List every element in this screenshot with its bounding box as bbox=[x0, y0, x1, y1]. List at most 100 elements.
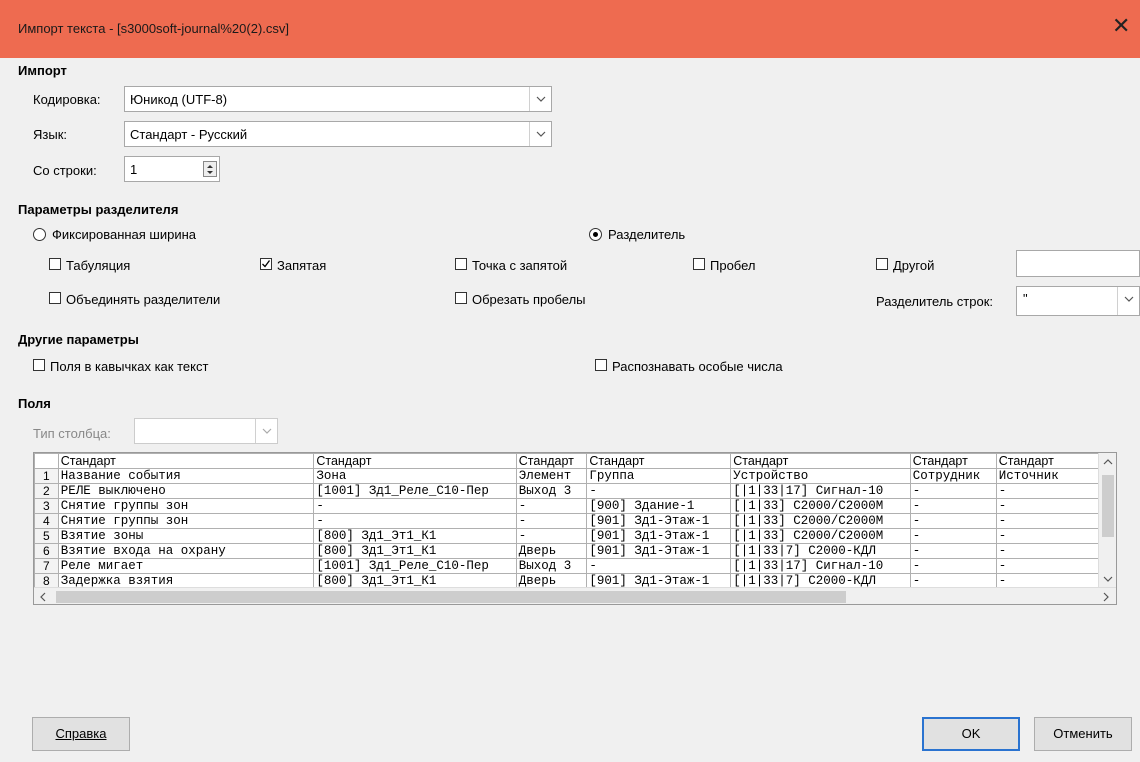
tab-label: Табуляция bbox=[66, 258, 131, 273]
from-row-spinner[interactable]: 1 bbox=[124, 156, 220, 182]
column-type-header[interactable]: Стандарт bbox=[57, 453, 315, 469]
table-cell: [901] Зд1-Этаж-1 bbox=[586, 513, 732, 529]
column-type-header[interactable]: Стандарт bbox=[586, 453, 732, 469]
table-cell: Выход 3 bbox=[515, 483, 588, 499]
column-type-header[interactable]: Стандарт bbox=[515, 453, 588, 469]
table-cell: - bbox=[909, 543, 997, 559]
table-cell: - bbox=[586, 483, 732, 499]
preview-table: Стандарт Стандарт Стандарт Стандарт Стандарт… bbox=[34, 453, 1116, 604]
encoding-value: Юникод (UTF-8) bbox=[130, 92, 228, 107]
tab-checkbox[interactable] bbox=[49, 258, 61, 270]
table-cell: [901] Зд1-Этаж-1 bbox=[586, 528, 732, 544]
window-title: Импорт текста - [s3000soft-journal%20(2)… bbox=[18, 21, 289, 36]
vertical-scrollbar[interactable] bbox=[1098, 453, 1116, 587]
language-combo[interactable]: Стандарт - Русский bbox=[124, 121, 552, 147]
row-number: 2 bbox=[34, 483, 59, 499]
table-cell: Зона bbox=[313, 468, 517, 484]
trim-checkbox[interactable] bbox=[455, 292, 467, 304]
close-icon[interactable]: ✕ bbox=[1112, 14, 1130, 39]
table-row[interactable]: 4 Снятие группы зон - - [901] Зд1-Этаж-1 [|1|… bbox=[34, 513, 1116, 529]
table-cell: - bbox=[313, 498, 517, 514]
table-cell: Название события bbox=[57, 468, 315, 484]
table-cell: [1001] Зд1_Реле_С10-Пер bbox=[313, 558, 517, 574]
table-cell: Реле мигает bbox=[57, 558, 315, 574]
chevron-down-icon[interactable] bbox=[1117, 287, 1139, 315]
language-label: Язык: bbox=[33, 127, 67, 142]
spin-arrows-icon[interactable] bbox=[203, 161, 217, 177]
quoted-as-text-label: Поля в кавычках как текст bbox=[50, 359, 209, 374]
other-options-heading: Другие параметры bbox=[18, 332, 139, 347]
help-button-label: Справка bbox=[55, 726, 107, 741]
table-cell: Выход 3 bbox=[515, 558, 588, 574]
table-cell: РЕЛЕ выключено bbox=[57, 483, 315, 499]
separated-radio[interactable] bbox=[589, 228, 602, 241]
detect-special-checkbox[interactable] bbox=[595, 359, 607, 371]
semicolon-checkbox[interactable] bbox=[455, 258, 467, 270]
table-row[interactable]: 2 РЕЛЕ выключено [1001] Зд1_Реле_С10-Пер Вы… bbox=[34, 483, 1116, 499]
table-cell: Сотрудник bbox=[909, 468, 997, 484]
string-delimiter-value: " bbox=[1023, 291, 1028, 306]
quoted-as-text-checkbox[interactable] bbox=[33, 359, 45, 371]
table-row[interactable]: 1 Название события Зона Элемент Группа Устрой… bbox=[34, 468, 1116, 484]
space-label: Пробел bbox=[710, 258, 756, 273]
table-cell: [800] Зд1_Эт1_К1 bbox=[313, 543, 517, 559]
chevron-down-icon[interactable] bbox=[529, 87, 551, 111]
string-delimiter-label: Разделитель строк: bbox=[876, 294, 994, 309]
column-type-label: Тип столбца: bbox=[33, 426, 111, 441]
table-cell: Снятие группы зон bbox=[57, 498, 315, 514]
preview-grid[interactable]: Стандарт Стандарт Стандарт Стандарт Стандарт… bbox=[33, 452, 1117, 605]
ok-button[interactable]: OK bbox=[922, 717, 1020, 751]
string-delimiter-combo[interactable]: " bbox=[1016, 286, 1140, 316]
row-number: 3 bbox=[34, 498, 59, 514]
from-row-label: Со строки: bbox=[33, 163, 97, 178]
import-heading: Импорт bbox=[18, 63, 67, 78]
comma-checkbox[interactable] bbox=[260, 258, 272, 270]
other-checkbox[interactable] bbox=[876, 258, 888, 270]
chevron-down-icon[interactable] bbox=[529, 122, 551, 146]
table-cell: - bbox=[515, 498, 588, 514]
merge-checkbox[interactable] bbox=[49, 292, 61, 304]
language-value: Стандарт - Русский bbox=[130, 127, 248, 142]
separator-heading: Параметры разделителя bbox=[18, 202, 179, 217]
trim-label: Обрезать пробелы bbox=[472, 292, 586, 307]
table-cell: - bbox=[909, 528, 997, 544]
separated-label: Разделитель bbox=[608, 227, 686, 242]
table-cell: - bbox=[586, 558, 732, 574]
chevron-down-icon[interactable] bbox=[255, 419, 277, 443]
table-row[interactable]: 5 Взятие зоны [800] Зд1_Эт1_К1- [901] Зд1-Э… bbox=[34, 528, 1116, 544]
table-cell: Взятие входа на охрану bbox=[57, 543, 315, 559]
table-cell: - bbox=[909, 498, 997, 514]
space-checkbox[interactable] bbox=[693, 258, 705, 270]
row-number: 4 bbox=[34, 513, 59, 529]
column-type-header[interactable]: Стандарт bbox=[909, 453, 997, 469]
table-row[interactable]: 6 Взятие входа на охрану [800] Зд1_Эт1_К1 Д… bbox=[34, 543, 1116, 559]
fixed-width-radio[interactable] bbox=[33, 228, 46, 241]
table-cell: [900] Здание-1 bbox=[586, 498, 732, 514]
table-cell: Взятие зоны bbox=[57, 528, 315, 544]
table-cell: - bbox=[313, 513, 517, 529]
other-label: Другой bbox=[893, 258, 935, 273]
table-row[interactable]: 7 Реле мигает [1001] Зд1_Реле_С10-Пер Выход… bbox=[34, 558, 1116, 574]
table-cell: Дверь bbox=[515, 543, 588, 559]
table-cell: - bbox=[909, 483, 997, 499]
table-cell: [1001] Зд1_Реле_С10-Пер bbox=[313, 483, 517, 499]
merge-label: Объединять разделители bbox=[66, 292, 221, 307]
column-type-combo[interactable] bbox=[134, 418, 278, 444]
table-row[interactable]: 3 Снятие группы зон - - [900] Здание-1 [|1|33… bbox=[34, 498, 1116, 514]
column-type-header[interactable]: Стандарт bbox=[313, 453, 517, 469]
table-cell: [|1|33|17] Сигнал-10 bbox=[730, 558, 911, 574]
row-number: 1 bbox=[34, 468, 59, 484]
encoding-combo[interactable]: Юникод (UTF-8) bbox=[124, 86, 552, 112]
ok-button-label: OK bbox=[961, 726, 981, 741]
column-type-header[interactable]: Стандарт bbox=[730, 453, 911, 469]
other-separator-input[interactable] bbox=[1016, 250, 1140, 277]
semicolon-label: Точка с запятой bbox=[472, 258, 568, 273]
comma-label: Запятая bbox=[277, 258, 327, 273]
cancel-button[interactable]: Отменить bbox=[1034, 717, 1132, 751]
table-cell: - bbox=[515, 528, 588, 544]
table-cell: - bbox=[515, 513, 588, 529]
encoding-label: Кодировка: bbox=[33, 92, 101, 107]
help-button[interactable]: Справка bbox=[32, 717, 130, 751]
horizontal-scrollbar[interactable] bbox=[34, 587, 1116, 604]
fixed-width-label: Фиксированная ширина bbox=[52, 227, 197, 242]
